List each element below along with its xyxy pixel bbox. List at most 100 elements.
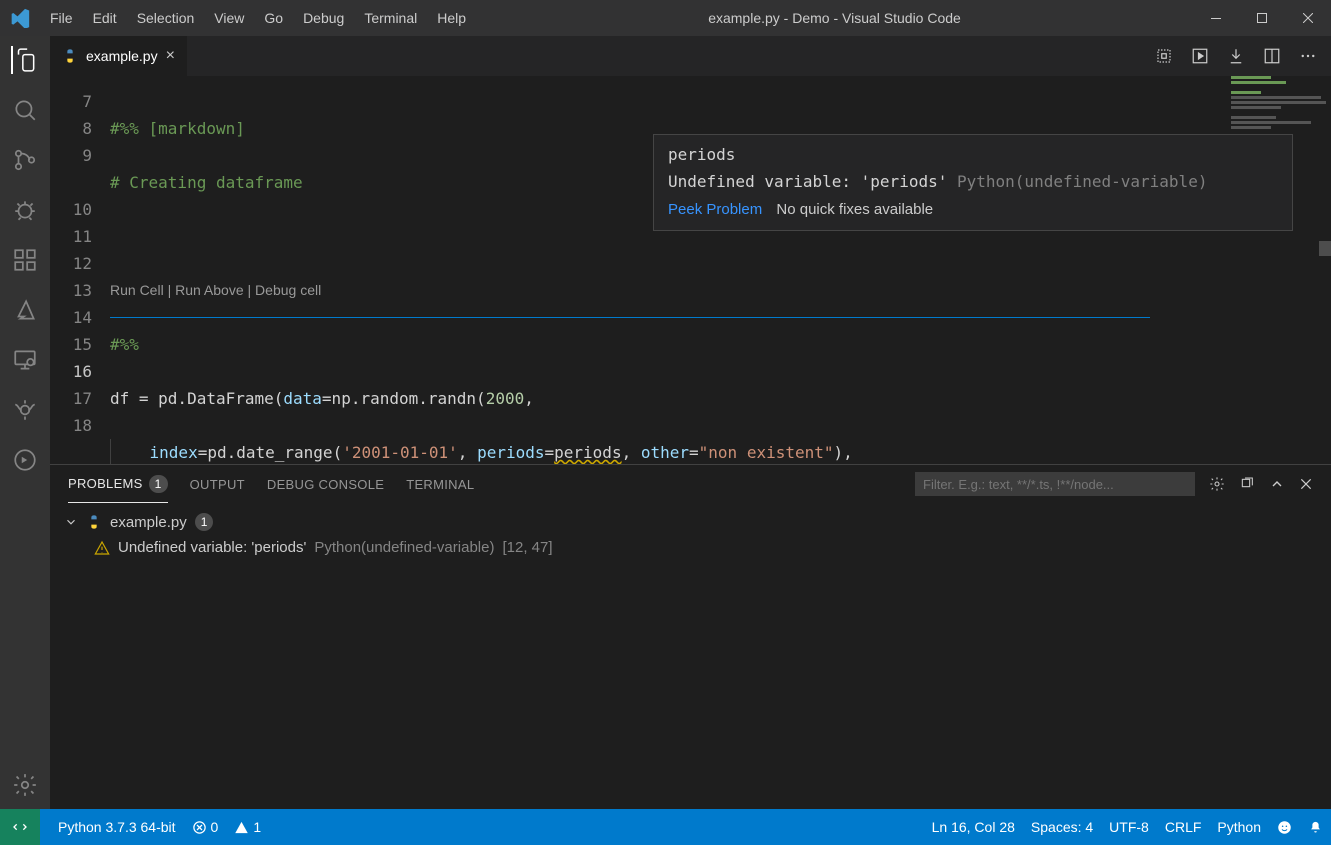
settings-gear-icon[interactable] [11, 771, 39, 799]
problem-source: Python(undefined-variable) [314, 539, 494, 556]
code-editor[interactable]: 7 8 9 10 11 12 13 14 15 16 17 18 19 #%% … [50, 76, 1331, 464]
tab-problems[interactable]: PROBLEMS 1 [68, 465, 168, 503]
tab-example-py[interactable]: example.py × [50, 36, 188, 76]
tab-debug-console[interactable]: DEBUG CONSOLE [267, 465, 384, 503]
no-quick-fix-text: No quick fixes available [776, 201, 933, 218]
menu-selection[interactable]: Selection [127, 10, 205, 26]
collapse-all-icon[interactable] [1239, 476, 1255, 492]
debug-icon[interactable] [11, 196, 39, 224]
close-button[interactable] [1285, 0, 1331, 36]
problems-count-badge: 1 [149, 475, 168, 493]
azure-icon[interactable] [11, 296, 39, 324]
problem-item[interactable]: Undefined variable: 'periods' Python(und… [64, 535, 1317, 560]
problem-location: [12, 47] [502, 539, 552, 556]
codelens-row: Run Cell | Run Above | Debug cell [110, 277, 1331, 304]
line-number: 17 [50, 385, 92, 412]
maximize-button[interactable] [1239, 0, 1285, 36]
line-number: 14 [50, 304, 92, 331]
status-cursor-position[interactable]: Ln 16, Col 28 [924, 819, 1023, 835]
status-errors[interactable]: 0 [184, 819, 227, 835]
code-text: #%% [markdown] [110, 119, 245, 138]
explorer-icon[interactable] [11, 46, 39, 74]
search-icon[interactable] [11, 96, 39, 124]
export-icon[interactable] [1227, 47, 1245, 65]
activity-bar [0, 36, 50, 809]
vscode-logo-icon [0, 8, 40, 28]
peek-problem-link[interactable]: Peek Problem [668, 201, 762, 218]
line-number: 13 [50, 277, 92, 304]
menu-go[interactable]: Go [254, 10, 293, 26]
status-warnings[interactable]: 1 [226, 819, 269, 835]
bottom-panel: PROBLEMS 1 OUTPUT DEBUG CONSOLE TERMINAL [50, 464, 1331, 809]
code-text: #%% [110, 335, 139, 354]
codelens-debug-cell[interactable]: Debug cell [255, 277, 321, 304]
problems-filter-input[interactable] [915, 472, 1195, 496]
menu-file[interactable]: File [40, 10, 83, 26]
line-number: 11 [50, 223, 92, 250]
remote-explorer-icon[interactable] [11, 346, 39, 374]
window-title: example.py - Demo - Visual Studio Code [476, 10, 1193, 26]
hover-title: periods [668, 145, 1278, 164]
gitlens-icon[interactable] [11, 396, 39, 424]
file-problem-count-badge: 1 [195, 513, 214, 531]
more-actions-icon[interactable] [1299, 47, 1317, 65]
remote-indicator[interactable] [0, 809, 40, 845]
line-number-gutter: 7 8 9 10 11 12 13 14 15 16 17 18 19 [50, 76, 110, 464]
menu-debug[interactable]: Debug [293, 10, 354, 26]
line-number: 18 [50, 412, 92, 439]
codelens-run-cell[interactable]: Run Cell [110, 277, 164, 304]
line-number: 12 [50, 250, 92, 277]
chevron-down-icon[interactable] [64, 515, 78, 529]
editor-actions [1155, 36, 1331, 76]
line-number: 10 [50, 196, 92, 223]
run-cell-icon[interactable] [1191, 47, 1209, 65]
warning-squiggle[interactable]: periods [554, 443, 621, 462]
code-text: # Creating dataframe [110, 173, 303, 192]
menu-edit[interactable]: Edit [83, 10, 127, 26]
codelens-run-above[interactable]: Run Above [175, 277, 244, 304]
problems-list: example.py 1 Undefined variable: 'period… [50, 503, 1331, 809]
line-number: 8 [50, 115, 92, 142]
tab-label: example.py [86, 48, 158, 64]
menu-terminal[interactable]: Terminal [354, 10, 427, 26]
panel-close-icon[interactable] [1299, 477, 1313, 491]
filter-settings-icon[interactable] [1209, 476, 1225, 492]
warning-icon [94, 540, 110, 556]
window-controls [1193, 0, 1331, 36]
menu-bar: File Edit Selection View Go Debug Termin… [40, 10, 476, 26]
tab-output[interactable]: OUTPUT [190, 465, 245, 503]
line-number: 7 [50, 88, 92, 115]
python-file-icon [86, 514, 102, 530]
editor-tabbar: example.py × [50, 36, 1331, 76]
line-number: 9 [50, 142, 92, 169]
titlebar: File Edit Selection View Go Debug Termin… [0, 0, 1331, 36]
problem-message: Undefined variable: 'periods' [118, 539, 306, 556]
source-control-icon[interactable] [11, 146, 39, 174]
show-variables-icon[interactable] [1155, 47, 1173, 65]
extensions-icon[interactable] [11, 246, 39, 274]
jupyter-icon[interactable] [11, 446, 39, 474]
hover-tooltip: periods Undefined variable: 'periods' Py… [653, 134, 1293, 231]
close-tab-icon[interactable]: × [166, 47, 175, 65]
panel-chevron-up-icon[interactable] [1269, 476, 1285, 492]
statusbar: Python 3.7.3 64-bit 0 1 Ln 16, Col 28 Sp… [0, 809, 1331, 845]
problem-file-name: example.py [110, 514, 187, 531]
status-encoding[interactable]: UTF-8 [1101, 819, 1157, 835]
minimap-content [1231, 76, 1331, 136]
menu-view[interactable]: View [204, 10, 254, 26]
scroll-indicator [1319, 241, 1331, 256]
line-number: 15 [50, 331, 92, 358]
status-indentation[interactable]: Spaces: 4 [1023, 819, 1101, 835]
status-python-version[interactable]: Python 3.7.3 64-bit [50, 819, 184, 835]
problem-file-row[interactable]: example.py 1 [64, 509, 1317, 535]
status-eol[interactable]: CRLF [1157, 819, 1210, 835]
tab-terminal[interactable]: TERMINAL [406, 465, 474, 503]
status-language[interactable]: Python [1209, 819, 1269, 835]
status-feedback-icon[interactable] [1269, 819, 1300, 835]
status-notifications-icon[interactable] [1300, 819, 1331, 835]
minimize-button[interactable] [1193, 0, 1239, 36]
split-editor-icon[interactable] [1263, 47, 1281, 65]
python-file-icon [62, 48, 78, 64]
menu-help[interactable]: Help [427, 10, 476, 26]
hover-message: Undefined variable: 'periods' Python(und… [668, 172, 1278, 191]
